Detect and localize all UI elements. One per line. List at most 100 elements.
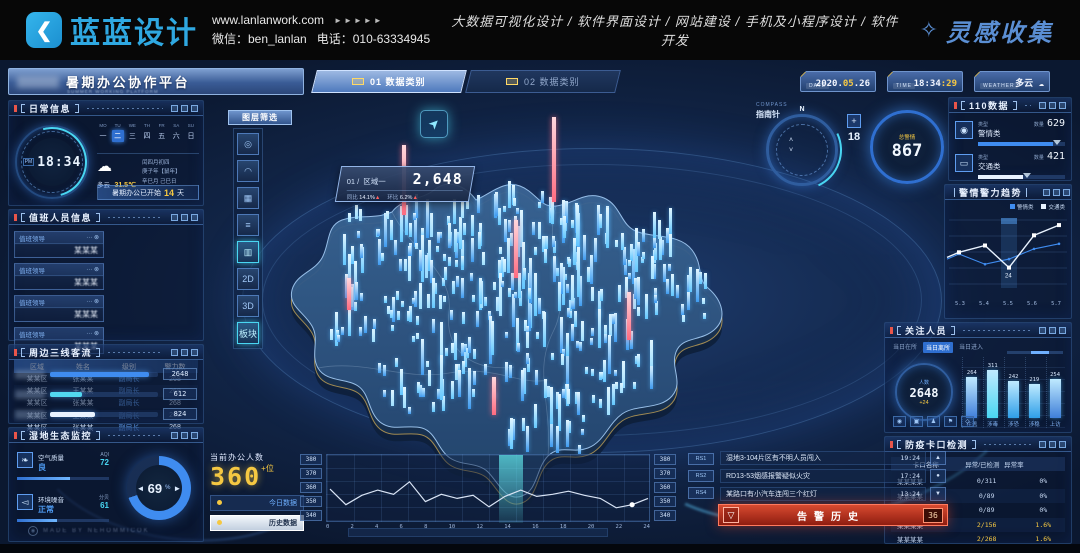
data-toggle-button[interactable]: 今日数据 bbox=[210, 495, 304, 511]
panel-title: 值班人员信息 bbox=[29, 211, 92, 224]
close-icon bbox=[171, 432, 178, 439]
flow-bar-row: 612 bbox=[9, 384, 203, 404]
category-icon[interactable]: ◇ bbox=[961, 416, 974, 427]
panel-controls[interactable] bbox=[171, 432, 198, 439]
close-icon bbox=[171, 105, 178, 112]
zoom-level: 18 bbox=[848, 131, 860, 143]
chart-scrollbar[interactable] bbox=[1007, 351, 1063, 354]
weekday-cell[interactable]: FR五 bbox=[156, 123, 168, 142]
office-buttons: 今日数据历史数据 bbox=[210, 495, 304, 531]
zoom-in-button[interactable]: + bbox=[847, 114, 861, 128]
expand-icon bbox=[191, 349, 198, 356]
focus-tab[interactable]: 当日离所 bbox=[923, 342, 953, 353]
focus-tab[interactable]: 当日进入 bbox=[959, 342, 983, 353]
app-root: ❮ 蓝蓝设计 www.lanlanwork.com ►►►►► 微信：ben_l… bbox=[0, 0, 1080, 553]
expand-icon bbox=[1059, 441, 1066, 448]
brand-banner: ❮ 蓝蓝设计 www.lanlanwork.com ►►►►► 微信：ben_l… bbox=[0, 0, 1080, 60]
noise-item: ◅ 分贝61 环境噪音 正常 bbox=[17, 494, 109, 522]
scroll-arrow[interactable]: ▲ bbox=[930, 451, 946, 465]
tab-icon bbox=[352, 78, 364, 85]
air-quality-item: ❧ AQI72 空气质量 良 bbox=[17, 452, 109, 480]
panel-controls[interactable] bbox=[1039, 102, 1066, 109]
flow-bar-row: 824 bbox=[9, 404, 203, 424]
weekday-cell[interactable]: MO一 bbox=[97, 123, 109, 142]
panel-controls[interactable] bbox=[171, 349, 198, 356]
110-stat-item: ◉ 类型警情类 数量629 bbox=[949, 113, 1071, 146]
gauge-right-arrow[interactable]: ► bbox=[173, 484, 181, 493]
y-tick: 350 bbox=[300, 496, 322, 507]
weekday-cell[interactable]: WE三 bbox=[126, 123, 138, 142]
weekday-cell[interactable]: SA六 bbox=[170, 123, 182, 142]
panel-controls[interactable] bbox=[1039, 327, 1066, 334]
flow-value: 612 bbox=[163, 388, 197, 400]
sparkle-icon: ✧ bbox=[920, 17, 938, 43]
duty-leader-cards: 值班领导··· ⊗ 某某某 值班领导··· ⊗ 某某某 值班领导··· ⊗ 某某… bbox=[9, 225, 203, 358]
warning-icon: ▽ bbox=[723, 507, 739, 523]
map-tooltip: 01 / 区域一 2,648 同比 14.1%▲ 环比 6.2%▲ bbox=[335, 166, 475, 202]
watermark: ◉MADE BY NEHOMMICOK bbox=[28, 526, 150, 536]
alert-item[interactable]: RD13-53烟感报警疑似火灾17:24 bbox=[720, 469, 926, 483]
map-zoom-control: + 18 bbox=[846, 114, 862, 143]
trend-legend: 警情类交通类 bbox=[945, 200, 1071, 212]
panel-controls[interactable] bbox=[1043, 189, 1070, 196]
column-header[interactable]: 异常/已检测 bbox=[961, 457, 1005, 471]
tooltip-region: 区域一 bbox=[363, 176, 386, 187]
data-toggle-button[interactable]: 历史数据 bbox=[210, 515, 304, 531]
focus-category-icons: ◉ ▣ ♟ ⚑ ◇ bbox=[893, 416, 974, 427]
panel-controls[interactable] bbox=[1039, 441, 1066, 448]
alert-item[interactable]: 湿地3-104片区有不明人员闯入19:24 bbox=[720, 451, 926, 465]
duty-leader-card[interactable]: 值班领导··· ⊗ 某某某 bbox=[14, 263, 104, 290]
weekday-cell[interactable]: TH四 bbox=[141, 123, 153, 142]
system-title-plate: 暑期办公协作平台 SUMMER WORKING PLATFORM bbox=[8, 68, 304, 95]
alert-scroll-arrows: ▲ ● ▼ bbox=[930, 451, 946, 501]
110-items: ◉ 类型警情类 数量629 ▭ 类型交通类 数量421 bbox=[949, 113, 1071, 179]
duty-leader-card[interactable]: 值班领导··· ⊗ 某某某 bbox=[14, 231, 104, 258]
tab-data-category[interactable]: 02 数据类别 bbox=[465, 70, 621, 93]
masked-line-label bbox=[15, 410, 45, 419]
weekday-cell[interactable]: SU日 bbox=[185, 123, 197, 142]
alert-tag: RS2 bbox=[688, 470, 714, 482]
up-arrow-icon: ▲ bbox=[375, 195, 380, 201]
scroll-arrow[interactable]: ● bbox=[930, 469, 946, 483]
panel-controls[interactable] bbox=[171, 214, 198, 221]
masked-logo-block bbox=[17, 76, 59, 88]
panel-title: 日常信息 bbox=[29, 102, 71, 115]
layer-button[interactable]: ◎ bbox=[237, 133, 259, 155]
clock-widget: PM18:34 bbox=[15, 125, 89, 199]
inspiration-collect[interactable]: ✧ 灵感收集 bbox=[920, 13, 1054, 48]
category-icon[interactable]: ▣ bbox=[910, 416, 923, 427]
weather-label: WEATHER bbox=[980, 83, 1018, 89]
category-icon[interactable]: ⚑ bbox=[944, 416, 957, 427]
wechat-label: 微信：ben_lanlan bbox=[212, 30, 307, 47]
map-beacon-icon: ➤ bbox=[420, 110, 448, 138]
category-icon[interactable]: ♟ bbox=[927, 416, 940, 427]
focus-tab[interactable]: 当日在所 bbox=[893, 342, 917, 353]
alert-tag: RS1 bbox=[688, 453, 714, 465]
expand-icon bbox=[1059, 327, 1066, 334]
cloud-icon: ☁ bbox=[97, 159, 136, 174]
summer-notice-banner: 暑期办公已开始14天 bbox=[97, 185, 199, 200]
y-tick: 340 bbox=[654, 510, 676, 521]
y-tick: 370 bbox=[300, 468, 322, 479]
alert-count-badge: 36 bbox=[923, 508, 943, 523]
timeline-chart bbox=[326, 454, 650, 522]
duty-leader-card[interactable]: 值班领导··· ⊗ 某某某 bbox=[14, 295, 104, 322]
category-icon: ◉ bbox=[955, 121, 973, 139]
category-icon[interactable]: ◉ bbox=[893, 416, 906, 427]
website-link[interactable]: www.lanlanwork.com bbox=[212, 13, 324, 27]
panel-title: 关注人员 bbox=[905, 324, 947, 337]
panel-alarm-trend: 警情警力趋势 警情类交通类 24 5.35.45.55.65.7 bbox=[944, 184, 1072, 319]
alert-tag: RS4 bbox=[688, 487, 714, 499]
tab-data-category[interactable]: 01 数据类别 bbox=[311, 70, 467, 93]
weekday-cell[interactable]: TU二 bbox=[112, 123, 124, 142]
page-subtitle: SUMMER WORKING PLATFORM bbox=[67, 89, 159, 94]
dashboard: 暑期办公协作平台 SUMMER WORKING PLATFORM 01 数据类别… bbox=[0, 60, 1080, 553]
services-line: 大数据可视化设计 / 软件界面设计 / 网站建设 / 手机及小程序设计 / 软件… bbox=[430, 11, 919, 49]
gauge-left-arrow[interactable]: ◄ bbox=[137, 484, 145, 493]
scroll-arrow[interactable]: ▼ bbox=[930, 487, 946, 501]
column-header[interactable]: 异常率 bbox=[1004, 457, 1024, 471]
panel-controls[interactable] bbox=[171, 105, 198, 112]
date-plate: DATE 2020.05.26 bbox=[800, 71, 876, 92]
alert-history-banner[interactable]: ▽ 告警历史 36 bbox=[718, 504, 948, 526]
alert-item[interactable]: 某路口有小汽车连闯三个红灯13:24 bbox=[720, 487, 926, 501]
